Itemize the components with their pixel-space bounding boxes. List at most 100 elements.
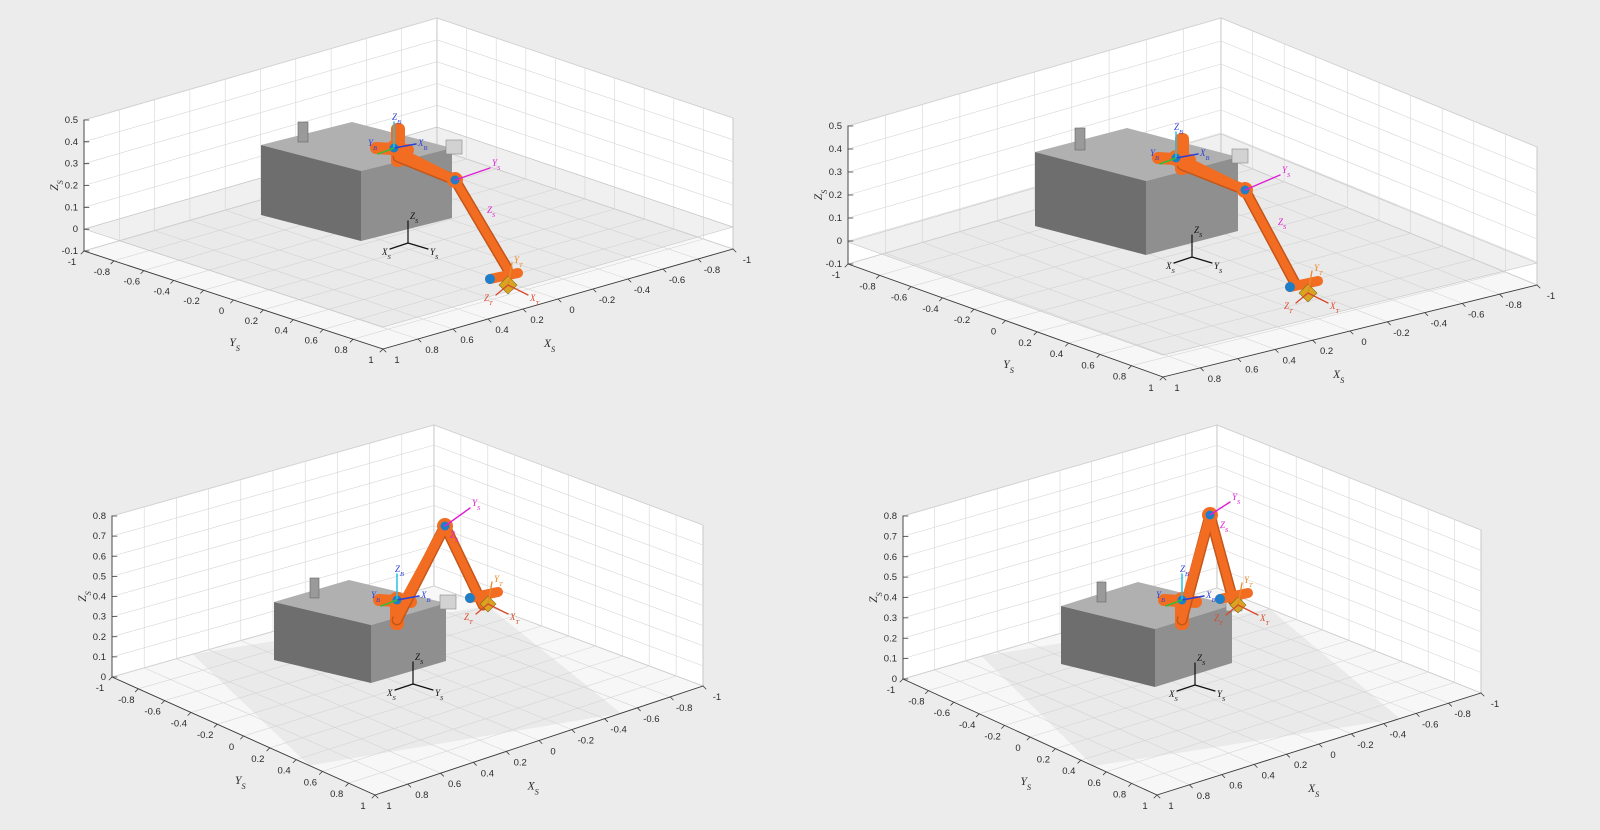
z-tick-label: 0.5 [829,121,842,132]
z-tick-label: 0.5 [93,571,106,582]
y-tick-label: 0.8 [1113,789,1126,800]
x-tick-label: -0.2 [1357,740,1373,751]
x-tick-label: -0.8 [704,265,720,276]
y-axis-label: YS [235,775,246,791]
y-tick-mark [925,690,929,694]
x-tick-label: -0.2 [599,295,615,306]
y-axis-label: YS [1020,776,1031,792]
z-tick-label: 0.4 [884,593,897,604]
x-tick-mark [1286,753,1290,758]
z-tick-label: 0 [892,674,897,685]
y-tick-mark [939,297,943,302]
x-tick-mark [604,718,608,723]
x-axis-label: XS [1307,783,1319,799]
y-tick-label: -0.6 [934,708,950,719]
x-tick-mark [1237,358,1242,363]
y-tick-mark [950,701,955,706]
x-tick-label: 0.4 [1283,355,1296,366]
z-tick-label: 0.4 [829,144,842,155]
z-tick-label: 0.1 [829,213,842,224]
z-tick-label: 0.5 [65,115,78,126]
z-tick-label: 0.2 [884,633,897,644]
z-tick-label: 0.4 [93,592,106,603]
z-tick-label: 0.1 [884,654,897,665]
x-tick-label: 0.8 [1197,791,1210,802]
x-tick-mark [627,278,632,283]
y-tick-mark [110,260,115,265]
x-tick-label: 0 [1361,337,1366,348]
x-tick-label: -0.6 [643,714,659,725]
y-tick-label: 0.2 [1037,755,1050,766]
y-tick-mark [1065,342,1069,347]
scene-group: 0.8 0.7 0.6 0.5 0.4 0.3 0.2 0.1 0 ZS -1 -0.8 -0.6 -0.… [868,424,1499,812]
x-tick-mark [662,268,667,273]
y-tick-mark [240,735,244,740]
table-post [1096,581,1107,603]
y-tick-mark [1077,759,1082,764]
x-tick-label: 0.8 [1208,374,1221,385]
x-tick-mark [1312,339,1316,344]
x-tick-label: 0.2 [1320,346,1333,357]
x-tick-mark [1480,692,1485,697]
x-tick-label: 0 [550,747,555,758]
z-tick-label: 0.3 [65,159,78,170]
x-tick-mark [1448,702,1452,707]
y-tick-label: 0.6 [1088,778,1101,789]
y-tick-mark [1033,331,1038,336]
plot-bottom-right[interactable]: 0.8 0.7 0.6 0.5 0.4 0.3 0.2 0.1 0 ZS -1 -0.8 -0.6 -0.… [800,415,1600,830]
x-axis-label: XS [527,781,539,797]
y-tick-mark [975,713,980,718]
x-tick-mark [452,328,457,333]
x-tick-label: 0.4 [495,325,508,336]
plot-bottom-left[interactable]: 0.8 0.7 0.6 0.5 0.4 0.3 0.2 0.1 0 ZS -1 -0.8 -0.6 -0.… [0,415,800,830]
y-tick-label: 0.4 [1062,766,1075,777]
x-tick-mark [407,783,412,788]
y-tick-mark [200,289,205,294]
x-tick-label: 1 [1174,383,1179,394]
x-tick-label: -1 [743,255,751,266]
y-axis-label: YS [1003,359,1014,375]
x-tick-label: -0.8 [676,703,692,714]
x-tick-mark [1383,723,1388,727]
y-tick-mark [1001,725,1005,729]
y-tick-mark [318,771,323,775]
y-tick-mark [1026,736,1031,741]
scene-group: 0.8 0.7 0.6 0.5 0.4 0.3 0.2 0.1 0 ZS -1 -0.8 -0.6 -0.… [77,424,721,812]
z-axis-label: ZS [49,180,65,191]
z-tick-label: 0 [837,236,842,247]
y-tick-label: -0.8 [859,281,875,292]
y-tick-label: -0.8 [118,695,134,706]
y-tick-mark [1128,365,1132,370]
y-tick-label: -0.6 [891,293,907,304]
x-tick-label: 0.2 [1294,760,1307,771]
y-tick-label: 0.8 [1113,372,1126,383]
x-tick-mark [1162,376,1167,381]
y-tick-label: -0.8 [908,697,924,708]
y-tick-mark [289,319,294,324]
plot-top-left[interactable]: 0.5 0.4 0.3 0.2 0.1 0 -0.1 ZS -1 -0.8 -0.6 -0.4 -0.2… [0,0,800,415]
y-tick-label: -0.4 [154,286,170,297]
x-tick-label: -0.8 [1454,709,1470,720]
z-tick-label: -0.1 [826,259,842,270]
plot-top-right[interactable]: 0.5 0.4 0.3 0.2 0.1 0 -0.1 ZS -1 -0.8 -0.6 -0.4 -0.2… [800,0,1600,415]
x-tick-label: -0.6 [669,275,685,286]
y-tick-mark [230,299,234,304]
x-tick-label: 0.2 [514,757,527,768]
x-tick-mark [1461,302,1466,307]
y-tick-label: 0.4 [277,766,290,777]
y-tick-label: 1 [1148,383,1153,394]
y-tick-mark [266,747,271,752]
y-tick-mark [1052,748,1056,752]
x-tick-mark [1415,713,1420,717]
z-axis-label: ZS [868,592,884,603]
y-tick-label: -1 [832,270,840,281]
x-tick-label: -0.4 [634,285,650,296]
y-tick-label: 0 [991,327,996,338]
z-tick-label: 0.7 [884,531,897,542]
x-tick-mark [472,761,477,766]
x-tick-label: 0.8 [415,790,428,801]
y-tick-mark [345,782,350,787]
x-axis-label: XS [1332,369,1344,385]
y-tick-mark [140,270,145,275]
side-fixture [1231,148,1249,164]
